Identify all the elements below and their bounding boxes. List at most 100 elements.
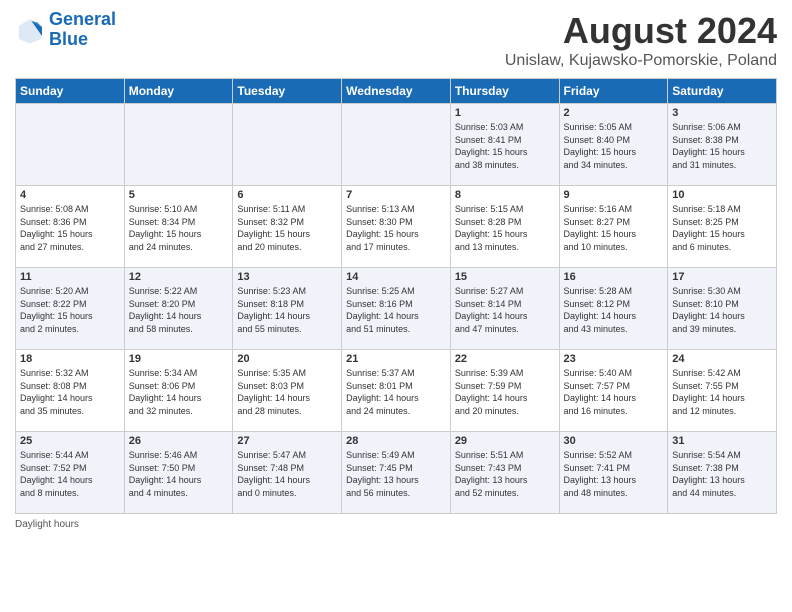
header: General Blue August 2024 Unislaw, Kujaws… <box>15 10 777 70</box>
calendar-cell: 31 Sunrise: 5:54 AM Sunset: 7:38 PM Dayli… <box>668 432 777 514</box>
day-number: 13 <box>237 271 337 283</box>
calendar-cell: 20 Sunrise: 5:35 AM Sunset: 8:03 PM Dayli… <box>233 350 342 432</box>
day-number: 4 <box>20 189 120 201</box>
week-row-5: 25Sunrise: 5:44 AM Sunset: 7:52 PM Dayli… <box>16 432 777 514</box>
day-number: 8 <box>455 189 555 201</box>
col-header-wednesday: Wednesday <box>342 79 451 104</box>
day-info: Sunrise: 5:05 AM Sunset: 8:40 PM Dayligh… <box>564 121 664 171</box>
main-title: August 2024 <box>505 10 777 52</box>
calendar-cell: 16 Sunrise: 5:28 AM Sunset: 8:12 PM Dayli… <box>559 268 668 350</box>
day-number: 26 <box>129 435 229 447</box>
calendar-cell: 18Sunrise: 5:32 AM Sunset: 8:08 PM Dayli… <box>16 350 125 432</box>
calendar-cell <box>342 104 451 186</box>
day-number: 27 <box>237 435 337 447</box>
day-info: Sunrise: 5:39 AM Sunset: 7:59 PM Dayligh… <box>455 367 555 417</box>
day-number: 31 <box>672 435 772 447</box>
day-number: 28 <box>346 435 446 447</box>
calendar-cell: 8 Sunrise: 5:15 AM Sunset: 8:28 PM Daylig… <box>450 186 559 268</box>
day-number: 9 <box>564 189 664 201</box>
day-info: Sunrise: 5:03 AM Sunset: 8:41 PM Dayligh… <box>455 121 555 171</box>
logo-text: General Blue <box>49 10 116 50</box>
day-info: Sunrise: 5:28 AM Sunset: 8:12 PM Dayligh… <box>564 285 664 335</box>
day-info: Sunrise: 5:42 AM Sunset: 7:55 PM Dayligh… <box>672 367 772 417</box>
day-number: 22 <box>455 353 555 365</box>
day-info: Sunrise: 5:40 AM Sunset: 7:57 PM Dayligh… <box>564 367 664 417</box>
day-info: Sunrise: 5:06 AM Sunset: 8:38 PM Dayligh… <box>672 121 772 171</box>
calendar-cell <box>16 104 125 186</box>
calendar-cell: 29 Sunrise: 5:51 AM Sunset: 7:43 PM Dayli… <box>450 432 559 514</box>
day-info: Sunrise: 5:22 AM Sunset: 8:20 PM Dayligh… <box>129 285 229 335</box>
calendar-cell: 7 Sunrise: 5:13 AM Sunset: 8:30 PM Daylig… <box>342 186 451 268</box>
week-row-3: 11 Sunrise: 5:20 AM Sunset: 8:22 PM Dayli… <box>16 268 777 350</box>
day-number: 17 <box>672 271 772 283</box>
day-info: Sunrise: 5:30 AM Sunset: 8:10 PM Dayligh… <box>672 285 772 335</box>
calendar-cell: 6Sunrise: 5:11 AM Sunset: 8:32 PM Daylig… <box>233 186 342 268</box>
col-header-thursday: Thursday <box>450 79 559 104</box>
day-number: 11 <box>20 271 120 283</box>
calendar-cell: 12 Sunrise: 5:22 AM Sunset: 8:20 PM Dayli… <box>124 268 233 350</box>
week-row-1: 1Sunrise: 5:03 AM Sunset: 8:41 PM Daylig… <box>16 104 777 186</box>
logo: General Blue <box>15 10 116 50</box>
day-number: 29 <box>455 435 555 447</box>
header-row: SundayMondayTuesdayWednesdayThursdayFrid… <box>16 79 777 104</box>
calendar-cell: 15 Sunrise: 5:27 AM Sunset: 8:14 PM Dayli… <box>450 268 559 350</box>
day-number: 16 <box>564 271 664 283</box>
day-number: 19 <box>129 353 229 365</box>
day-info: Sunrise: 5:49 AM Sunset: 7:45 PM Dayligh… <box>346 449 446 499</box>
title-block: August 2024 Unislaw, Kujawsko-Pomorskie,… <box>505 10 777 70</box>
col-header-sunday: Sunday <box>16 79 125 104</box>
day-info: Sunrise: 5:44 AM Sunset: 7:52 PM Dayligh… <box>20 449 120 499</box>
calendar-cell: 10 Sunrise: 5:18 AM Sunset: 8:25 PM Dayli… <box>668 186 777 268</box>
col-header-friday: Friday <box>559 79 668 104</box>
day-info: Sunrise: 5:27 AM Sunset: 8:14 PM Dayligh… <box>455 285 555 335</box>
calendar-cell: 14Sunrise: 5:25 AM Sunset: 8:16 PM Dayli… <box>342 268 451 350</box>
calendar-cell: 26 Sunrise: 5:46 AM Sunset: 7:50 PM Dayli… <box>124 432 233 514</box>
calendar-cell <box>124 104 233 186</box>
day-number: 5 <box>129 189 229 201</box>
day-info: Sunrise: 5:25 AM Sunset: 8:16 PM Dayligh… <box>346 285 446 335</box>
day-info: Sunrise: 5:15 AM Sunset: 8:28 PM Dayligh… <box>455 203 555 253</box>
calendar-cell: 25Sunrise: 5:44 AM Sunset: 7:52 PM Dayli… <box>16 432 125 514</box>
day-info: Sunrise: 5:20 AM Sunset: 8:22 PM Dayligh… <box>20 285 120 335</box>
day-info: Sunrise: 5:10 AM Sunset: 8:34 PM Dayligh… <box>129 203 229 253</box>
calendar-cell: 30Sunrise: 5:52 AM Sunset: 7:41 PM Dayli… <box>559 432 668 514</box>
calendar-cell: 28 Sunrise: 5:49 AM Sunset: 7:45 PM Dayli… <box>342 432 451 514</box>
day-number: 23 <box>564 353 664 365</box>
day-number: 20 <box>237 353 337 365</box>
calendar-cell: 21Sunrise: 5:37 AM Sunset: 8:01 PM Dayli… <box>342 350 451 432</box>
day-info: Sunrise: 5:18 AM Sunset: 8:25 PM Dayligh… <box>672 203 772 253</box>
calendar-cell: 19Sunrise: 5:34 AM Sunset: 8:06 PM Dayli… <box>124 350 233 432</box>
calendar-cell <box>233 104 342 186</box>
day-info: Sunrise: 5:35 AM Sunset: 8:03 PM Dayligh… <box>237 367 337 417</box>
day-number: 6 <box>237 189 337 201</box>
calendar-cell: 1Sunrise: 5:03 AM Sunset: 8:41 PM Daylig… <box>450 104 559 186</box>
calendar-cell: 22 Sunrise: 5:39 AM Sunset: 7:59 PM Dayli… <box>450 350 559 432</box>
day-number: 15 <box>455 271 555 283</box>
day-number: 2 <box>564 107 664 119</box>
calendar-cell: 23 Sunrise: 5:40 AM Sunset: 7:57 PM Dayli… <box>559 350 668 432</box>
subtitle: Unislaw, Kujawsko-Pomorskie, Poland <box>505 52 777 70</box>
col-header-monday: Monday <box>124 79 233 104</box>
day-number: 21 <box>346 353 446 365</box>
day-number: 18 <box>20 353 120 365</box>
day-info: Sunrise: 5:08 AM Sunset: 8:36 PM Dayligh… <box>20 203 120 253</box>
footer-note: Daylight hours <box>15 519 777 530</box>
logo-icon <box>15 15 45 45</box>
day-info: Sunrise: 5:13 AM Sunset: 8:30 PM Dayligh… <box>346 203 446 253</box>
day-info: Sunrise: 5:51 AM Sunset: 7:43 PM Dayligh… <box>455 449 555 499</box>
calendar-cell: 24 Sunrise: 5:42 AM Sunset: 7:55 PM Dayli… <box>668 350 777 432</box>
col-header-tuesday: Tuesday <box>233 79 342 104</box>
calendar-cell: 5 Sunrise: 5:10 AM Sunset: 8:34 PM Daylig… <box>124 186 233 268</box>
day-number: 7 <box>346 189 446 201</box>
day-info: Sunrise: 5:46 AM Sunset: 7:50 PM Dayligh… <box>129 449 229 499</box>
page: General Blue August 2024 Unislaw, Kujaws… <box>0 0 792 540</box>
calendar-cell: 4 Sunrise: 5:08 AM Sunset: 8:36 PM Daylig… <box>16 186 125 268</box>
col-header-saturday: Saturday <box>668 79 777 104</box>
day-number: 10 <box>672 189 772 201</box>
day-number: 24 <box>672 353 772 365</box>
calendar-table: SundayMondayTuesdayWednesdayThursdayFrid… <box>15 78 777 514</box>
day-info: Sunrise: 5:54 AM Sunset: 7:38 PM Dayligh… <box>672 449 772 499</box>
calendar-cell: 13Sunrise: 5:23 AM Sunset: 8:18 PM Dayli… <box>233 268 342 350</box>
day-number: 12 <box>129 271 229 283</box>
calendar-cell: 2 Sunrise: 5:05 AM Sunset: 8:40 PM Daylig… <box>559 104 668 186</box>
